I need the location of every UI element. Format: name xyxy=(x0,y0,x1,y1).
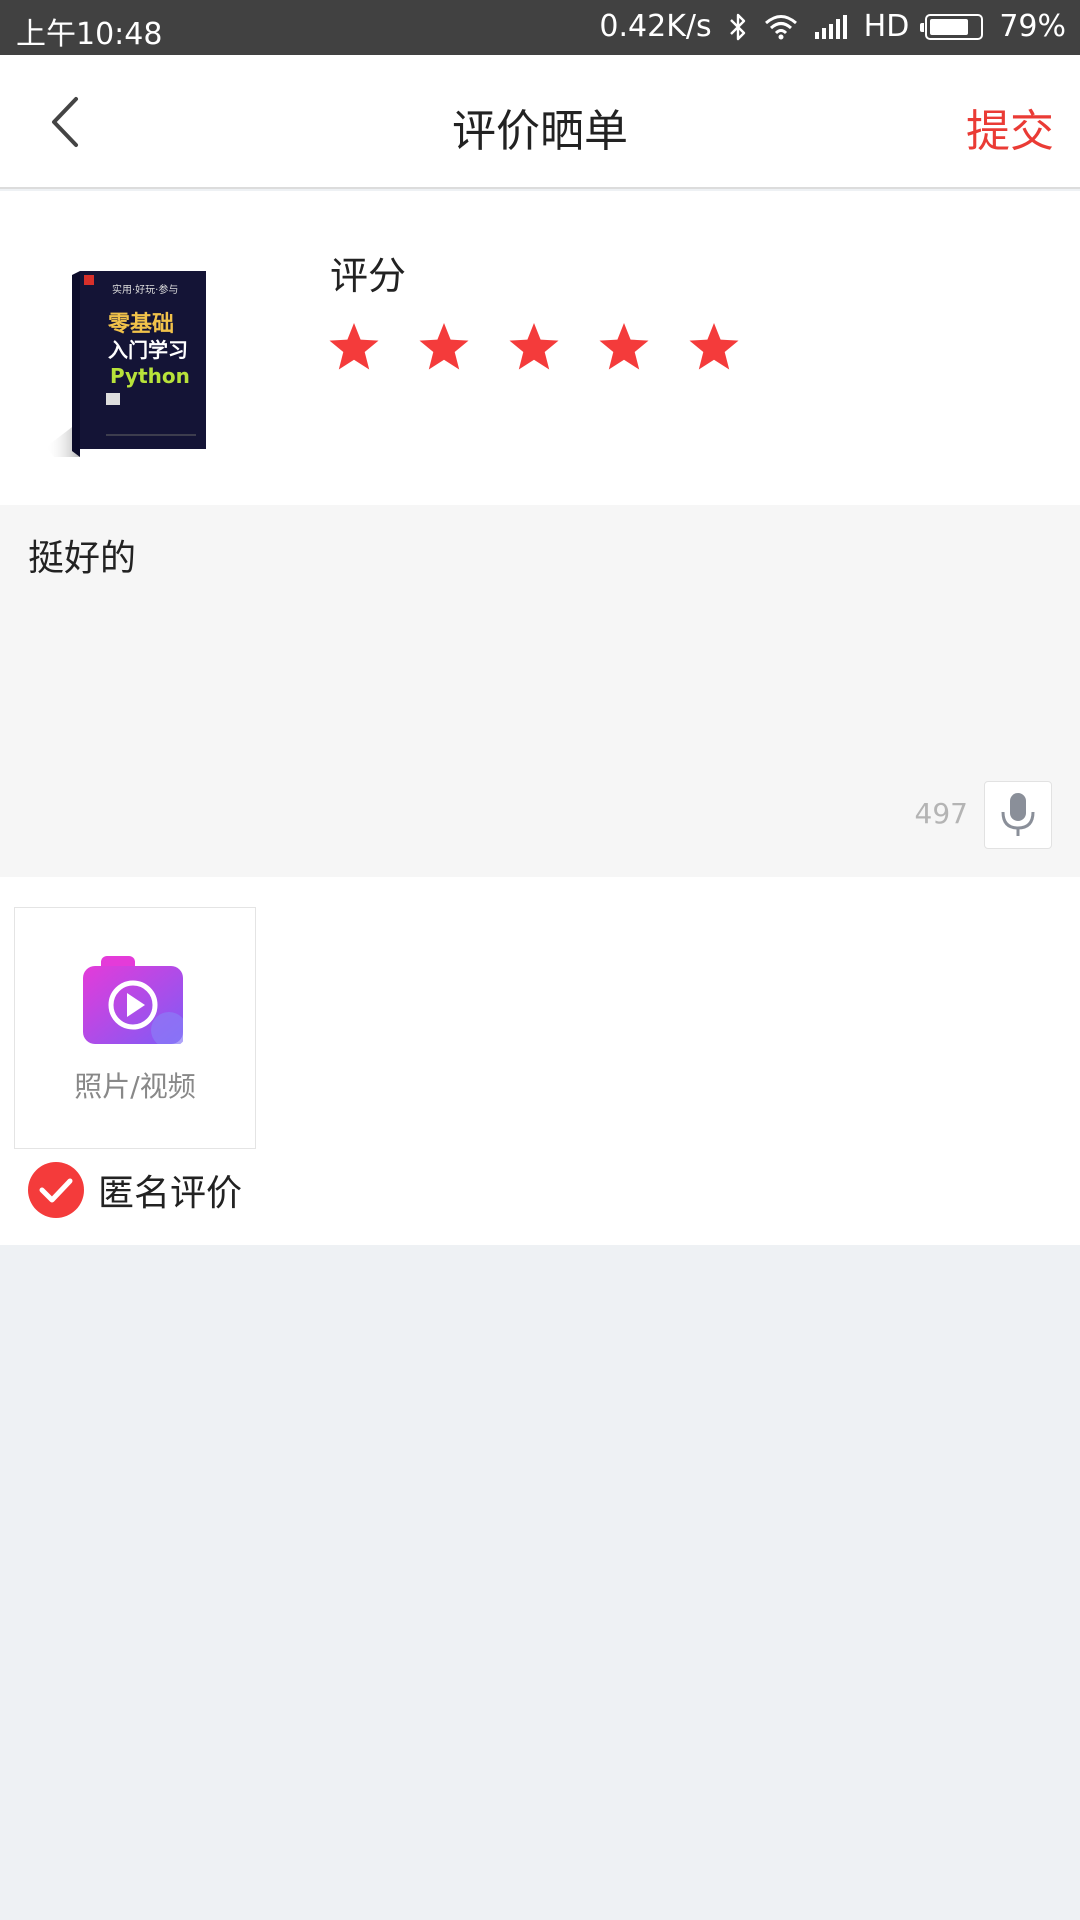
comment-area[interactable]: 挺好的 497 xyxy=(0,505,1080,877)
network-type: HD xyxy=(863,9,910,44)
battery-percent: 79% xyxy=(999,9,1066,44)
nav-bar: 评价晒单 提交 xyxy=(0,55,1080,189)
star-icon[interactable] xyxy=(688,321,740,373)
star-icon[interactable] xyxy=(508,321,560,373)
anonymous-label: 匿名评价 xyxy=(98,1173,243,1214)
book-top-line: 实用·好玩·参与 xyxy=(112,283,178,296)
wifi-icon xyxy=(764,13,798,41)
star-icon[interactable] xyxy=(598,321,650,373)
star-icon[interactable] xyxy=(418,321,470,373)
status-bar: 上午10:48 0.42K/s HD 79% xyxy=(0,0,1080,55)
remaining-char-count: 497 xyxy=(914,797,968,830)
status-time: 上午10:48 xyxy=(16,17,163,52)
battery-icon xyxy=(920,13,984,40)
page-title: 评价晒单 xyxy=(452,106,628,157)
book-title-line1: 零基础 xyxy=(107,312,174,337)
star-icon[interactable] xyxy=(328,321,380,373)
add-media-label: 照片/视频 xyxy=(74,1070,196,1103)
checkmark-icon xyxy=(28,1162,84,1218)
rating-stars xyxy=(328,321,740,373)
signal-icon xyxy=(814,14,848,40)
bluetooth-icon xyxy=(728,12,748,42)
microphone-icon xyxy=(1001,793,1035,836)
net-speed: 0.42K/s xyxy=(599,9,712,44)
video-camera-icon xyxy=(83,954,187,1048)
comment-input[interactable]: 挺好的 xyxy=(28,529,136,581)
rating-label: 评分 xyxy=(330,254,407,298)
anonymous-toggle[interactable]: 匿名评价 xyxy=(28,1162,242,1218)
product-rating-section: 实用·好玩·参与 零基础 入门学习 Python 评分 xyxy=(0,191,1080,505)
book-title-line2: 入门学习 xyxy=(108,338,188,362)
add-photo-video-button[interactable]: 照片/视频 xyxy=(14,907,256,1149)
submit-button[interactable]: 提交 xyxy=(966,95,1054,159)
media-section: 照片/视频 匿名评价 xyxy=(0,877,1080,1245)
book-title-line3: Python xyxy=(110,364,190,388)
status-right-group: 0.42K/s HD 79% xyxy=(599,9,1066,44)
product-image: 实用·好玩·参与 零基础 入门学习 Python xyxy=(46,271,216,457)
voice-input-button[interactable] xyxy=(984,781,1052,849)
